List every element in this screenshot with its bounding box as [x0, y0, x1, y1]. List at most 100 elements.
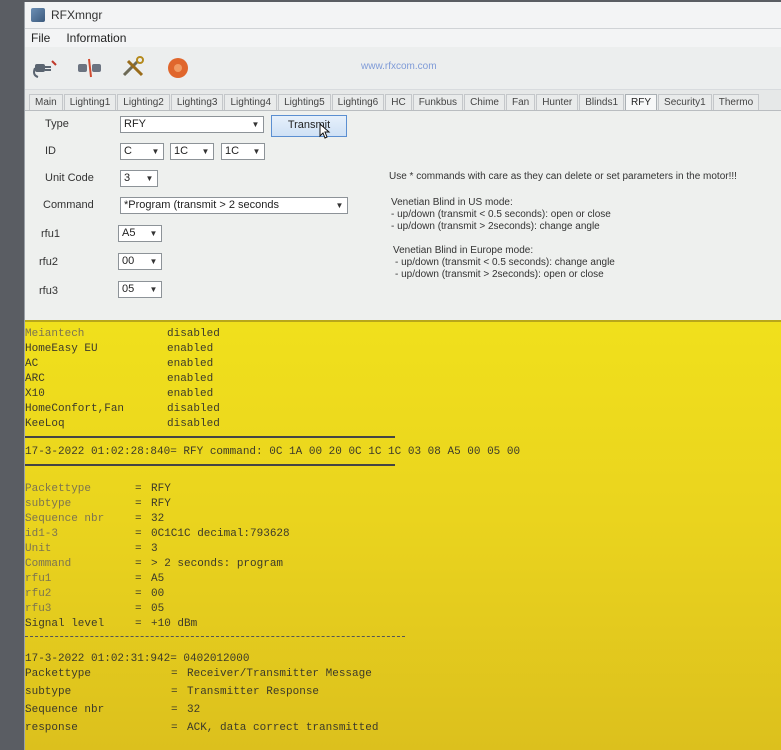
- us-mode-line2: - up/down (transmit > 2seconds): change …: [391, 221, 600, 232]
- us-mode-line1: - up/down (transmit < 0.5 seconds): open…: [391, 209, 611, 220]
- us-mode-title: Venetian Blind in US mode:: [391, 197, 513, 208]
- rfu3-label: rfu3: [39, 285, 58, 297]
- tab-lighting6[interactable]: Lighting6: [331, 94, 385, 110]
- id1-select[interactable]: C ▼: [120, 143, 164, 160]
- protocol-name: KeeLoq: [25, 418, 65, 430]
- toolbar: www.rfxcom.com: [25, 47, 781, 90]
- warning-note: Use * commands with care as they can del…: [389, 171, 737, 182]
- tab-chime[interactable]: Chime: [464, 94, 505, 110]
- app-icon: [31, 8, 45, 22]
- rfu2-value: 00: [122, 255, 135, 267]
- field-value: RFY: [151, 483, 171, 495]
- field-value: > 2 seconds: program: [151, 558, 284, 570]
- protocol-state: disabled: [167, 328, 220, 340]
- protocol-state: enabled: [167, 388, 214, 400]
- field-key: Sequence nbr: [25, 704, 105, 716]
- field-eq: =: [135, 588, 142, 600]
- eu-mode-line1: - up/down (transmit < 0.5 seconds): chan…: [395, 257, 615, 268]
- log-separator: [25, 464, 395, 466]
- tab-lighting4[interactable]: Lighting4: [224, 94, 278, 110]
- chevron-down-icon: ▼: [251, 120, 260, 129]
- tab-hc[interactable]: HC: [385, 94, 412, 110]
- field-value: ACK, data correct transmitted: [187, 722, 379, 734]
- rfy-form: Type RFY ▼ Transmit ID C ▼ 1C ▼ 1C ▼ Uni…: [25, 111, 781, 311]
- field-key: subtype: [25, 686, 72, 698]
- eu-mode-line2: - up/down (transmit > 2seconds): open or…: [395, 269, 604, 280]
- chevron-down-icon: ▼: [335, 201, 344, 210]
- field-key: subtype: [25, 498, 72, 510]
- protocol-state: enabled: [167, 358, 214, 370]
- stop-button[interactable]: [163, 54, 193, 82]
- tab-funkbus[interactable]: Funkbus: [412, 94, 464, 110]
- field-key: Unit: [25, 543, 52, 555]
- command-value: *Program (transmit > 2 seconds: [124, 199, 279, 211]
- unitcode-label: Unit Code: [45, 172, 94, 184]
- field-key: rfu1: [25, 573, 52, 585]
- id2-select[interactable]: 1C ▼: [170, 143, 214, 160]
- chevron-down-icon: ▼: [149, 285, 158, 294]
- tab-lighting1[interactable]: Lighting1: [63, 94, 117, 110]
- message-log[interactable]: Meiantech disabled HomeEasy EU enabled AC e…: [25, 320, 781, 750]
- field-eq: =: [135, 603, 142, 615]
- field-key: id1-3: [25, 528, 59, 540]
- field-eq: =: [171, 668, 178, 680]
- id3-value: 1C: [225, 145, 240, 157]
- tab-lighting3[interactable]: Lighting3: [170, 94, 224, 110]
- tab-lighting5[interactable]: Lighting5: [278, 94, 331, 110]
- command-select[interactable]: *Program (transmit > 2 seconds ▼: [120, 197, 348, 214]
- protocol-name: HomeEasy EU: [25, 343, 98, 355]
- field-value: +10 dBm: [151, 618, 198, 630]
- command-label: Command: [43, 199, 94, 211]
- id3-select[interactable]: 1C ▼: [221, 143, 265, 160]
- tab-security1[interactable]: Security1: [658, 94, 712, 110]
- title-bar: RFXmngr: [25, 2, 781, 29]
- rfu2-select[interactable]: 00 ▼: [118, 253, 162, 270]
- tab-blinds1[interactable]: Blinds1: [579, 94, 625, 110]
- type-select[interactable]: RFY ▼: [120, 116, 264, 133]
- menu-information[interactable]: Information: [66, 31, 126, 45]
- field-key: Packettype: [25, 668, 92, 680]
- chevron-down-icon: ▼: [252, 147, 261, 156]
- field-eq: =: [135, 513, 142, 525]
- tab-main[interactable]: Main: [29, 94, 63, 110]
- field-eq: =: [135, 483, 142, 495]
- protocol-state: disabled: [167, 418, 220, 430]
- id-label: ID: [45, 145, 56, 157]
- website-logo[interactable]: www.rfxcom.com: [361, 61, 437, 72]
- field-value: Transmitter Response: [187, 686, 320, 698]
- field-key: Signal level: [25, 618, 105, 630]
- tab-rfy[interactable]: RFY: [625, 94, 658, 110]
- field-eq: =: [135, 573, 142, 585]
- unitcode-value: 3: [124, 172, 131, 184]
- protocol-state: enabled: [167, 343, 214, 355]
- tab-thermo[interactable]: Thermo: [712, 94, 760, 110]
- field-eq: =: [135, 558, 142, 570]
- chevron-down-icon: ▼: [201, 147, 210, 156]
- settings-button[interactable]: [119, 54, 149, 82]
- rfu1-select[interactable]: A5 ▼: [118, 225, 162, 242]
- field-key: response: [25, 722, 78, 734]
- log-separator: [25, 636, 405, 637]
- field-value: 3: [151, 543, 158, 555]
- type-label: Type: [45, 118, 69, 130]
- connect-button[interactable]: [31, 54, 61, 82]
- tab-fan[interactable]: Fan: [505, 94, 536, 110]
- unitcode-select[interactable]: 3 ▼: [120, 170, 158, 187]
- protocol-state: enabled: [167, 373, 214, 385]
- rfu1-value: A5: [122, 227, 136, 239]
- tab-lighting2[interactable]: Lighting2: [117, 94, 170, 110]
- field-value: Receiver/Transmitter Message: [187, 668, 372, 680]
- plug-disconnect-icon: [78, 58, 101, 78]
- menu-file[interactable]: File: [31, 31, 50, 45]
- rfu3-select[interactable]: 05 ▼: [118, 281, 162, 298]
- rfu1-label: rfu1: [41, 228, 60, 240]
- transmit-button[interactable]: Transmit: [271, 115, 347, 137]
- plug-connect-icon: [33, 60, 57, 78]
- disconnect-button[interactable]: [75, 54, 105, 82]
- menu-bar: File Information: [25, 29, 781, 47]
- command-log-header: 17-3-2022 01:02:28:840= RFY command: 0C …: [25, 446, 521, 458]
- tab-hunter[interactable]: Hunter: [536, 94, 579, 110]
- field-value: RFY: [151, 498, 171, 510]
- field-key: rfu3: [25, 603, 52, 615]
- protocol-name: HomeConfort,Fan: [25, 403, 125, 415]
